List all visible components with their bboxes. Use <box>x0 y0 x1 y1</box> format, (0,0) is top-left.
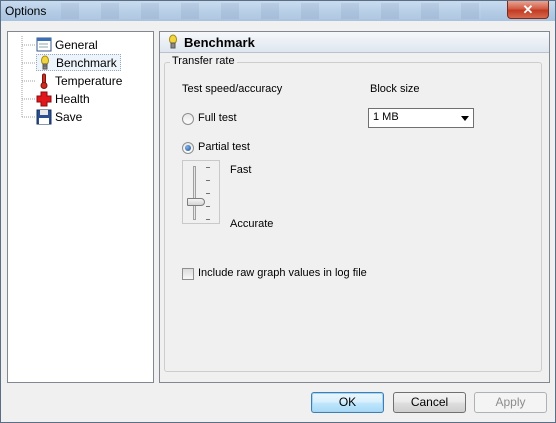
partial-test-label[interactable]: Partial test <box>198 141 250 153</box>
content-area: General Benchmark Temperature Health Sav… <box>7 30 550 386</box>
health-cross-icon <box>36 91 52 107</box>
slider-tick <box>206 167 210 168</box>
block-size-value: 1 MB <box>373 111 399 123</box>
tree-item-general[interactable]: General <box>36 36 101 53</box>
benchmark-icon <box>166 34 180 53</box>
slider-tick <box>206 219 210 220</box>
include-raw-label[interactable]: Include raw graph values in log file <box>198 267 367 279</box>
full-test-label[interactable]: Full test <box>198 112 237 124</box>
slider-tick <box>206 206 210 207</box>
tree-item-label: Temperature <box>55 73 123 88</box>
accurate-label: Accurate <box>230 218 274 230</box>
panel-header: Benchmark <box>160 32 549 53</box>
close-button[interactable]: ✕ <box>507 1 549 19</box>
thermometer-icon <box>36 73 52 89</box>
test-speed-label: Test speed/accuracy <box>182 83 283 95</box>
block-size-label: Block size <box>370 83 420 95</box>
tree-item-benchmark[interactable]: Benchmark <box>36 54 121 71</box>
chevron-down-icon <box>461 116 469 121</box>
slider-tick <box>206 193 210 194</box>
slider-tick <box>206 180 210 181</box>
include-raw-checkbox[interactable] <box>182 268 194 280</box>
slider-track <box>193 166 196 220</box>
tree-item-label: Save <box>55 109 83 124</box>
general-icon <box>36 37 52 53</box>
tree-item-label: Benchmark <box>56 55 117 70</box>
fast-label: Fast <box>230 164 252 176</box>
floppy-disk-icon <box>36 109 52 125</box>
tree-item-temperature[interactable]: Temperature <box>36 72 125 89</box>
title-bar-background-blur <box>61 3 481 19</box>
tree-item-label: Health <box>55 91 90 106</box>
block-size-select[interactable]: 1 MB <box>368 108 474 128</box>
window-title: Options <box>5 4 47 18</box>
apply-button[interactable]: Apply <box>474 392 547 413</box>
speed-accuracy-slider[interactable] <box>182 160 220 224</box>
category-tree[interactable]: General Benchmark Temperature Health Sav… <box>7 31 154 383</box>
cancel-button[interactable]: Cancel <box>393 392 466 413</box>
title-bar[interactable]: Options ✕ <box>1 1 555 21</box>
partial-test-radio[interactable] <box>182 142 194 154</box>
options-window: Options ✕ General Benchmark Temperature … <box>0 0 556 423</box>
panel-title: Benchmark <box>184 35 255 50</box>
ok-button[interactable]: OK <box>311 392 384 413</box>
tree-item-health[interactable]: Health <box>36 90 93 107</box>
benchmark-icon <box>37 55 53 71</box>
transfer-rate-group <box>164 62 542 372</box>
group-title: Transfer rate <box>170 55 237 67</box>
slider-thumb[interactable] <box>187 197 205 206</box>
settings-panel: Benchmark Transfer rate Test speed/accur… <box>159 31 550 383</box>
tree-item-label: General <box>55 37 98 52</box>
full-test-radio[interactable] <box>182 113 194 125</box>
tree-connector-lines <box>21 36 36 118</box>
tree-item-save[interactable]: Save <box>36 108 85 125</box>
